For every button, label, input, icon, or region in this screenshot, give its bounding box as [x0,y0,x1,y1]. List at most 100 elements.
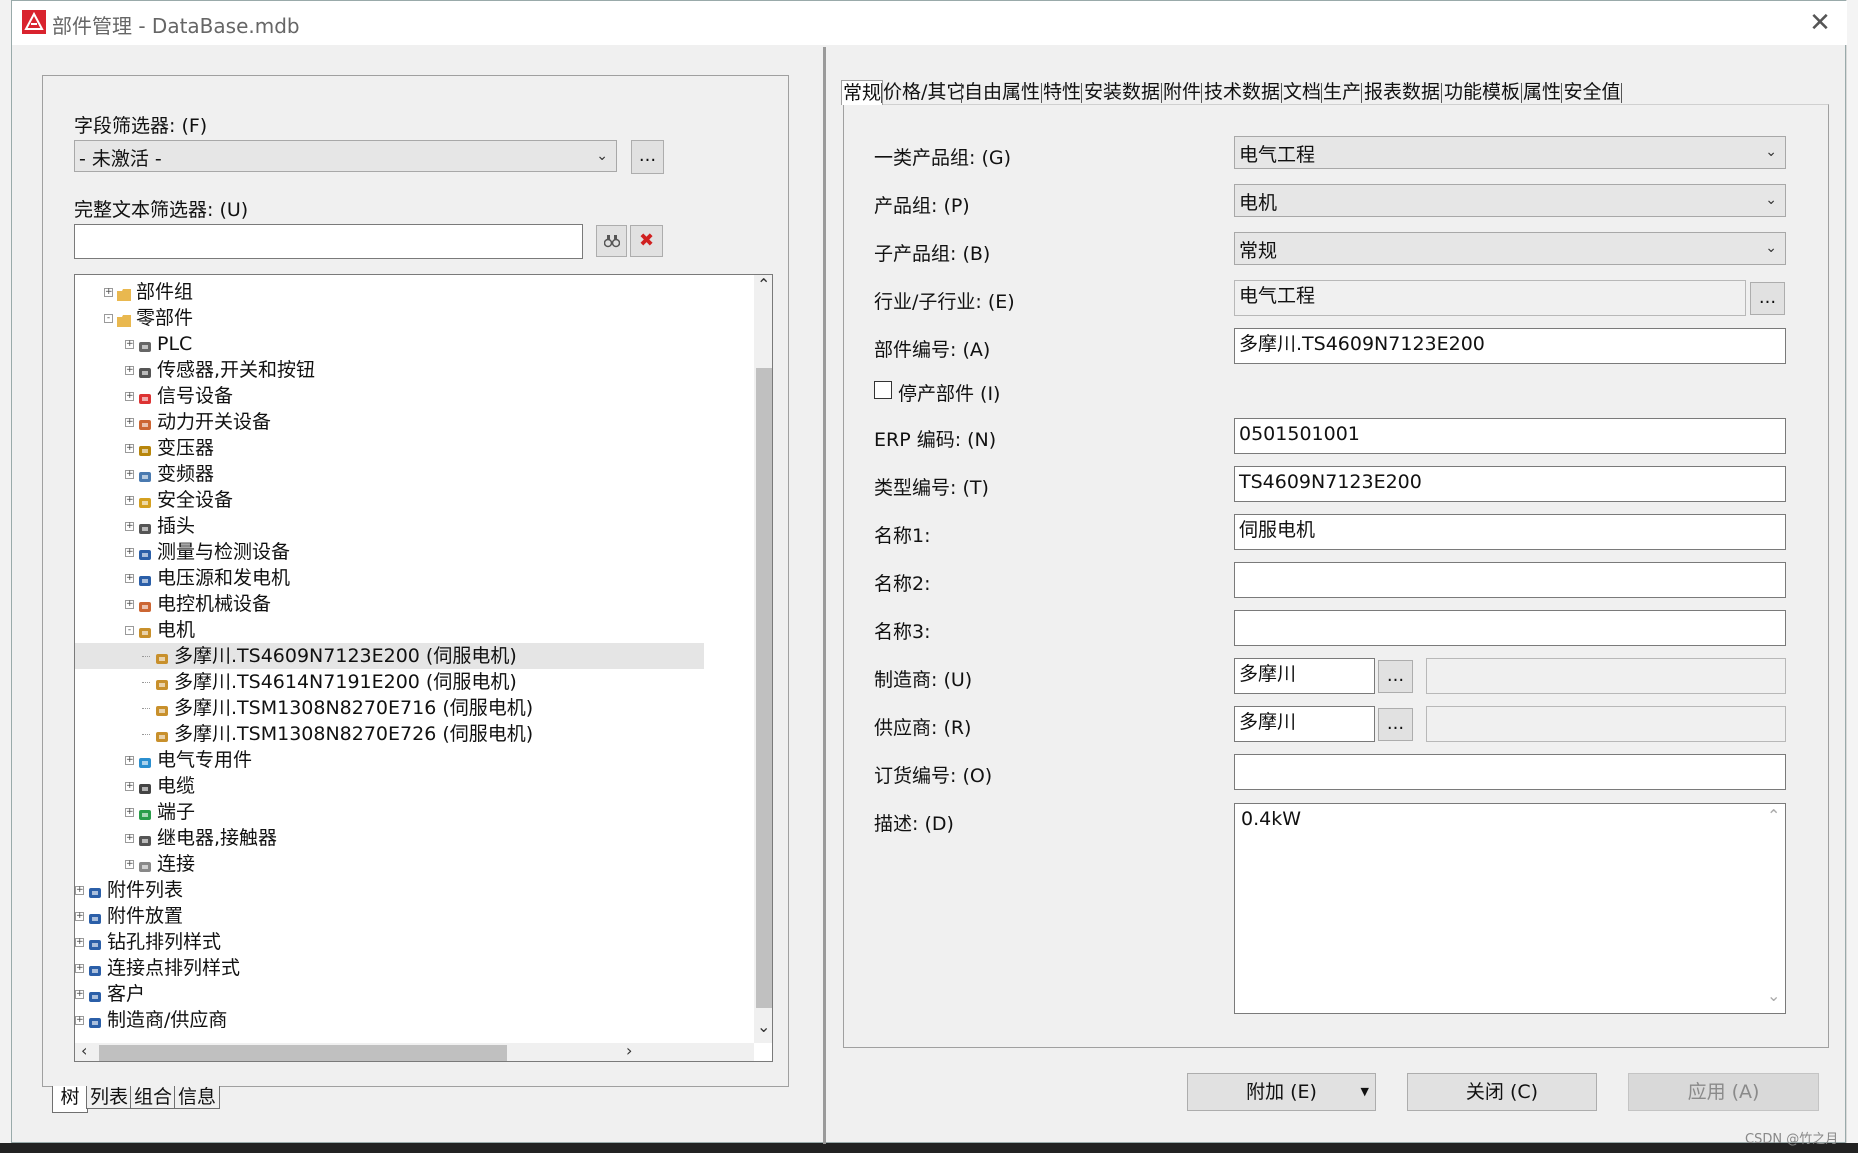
type-number-field[interactable]: TS4609N7123E200 [1234,466,1786,502]
tree-node[interactable]: + 连接点排列样式 [75,955,754,981]
close-window-icon[interactable]: ✕ [1802,5,1838,41]
description-scrollbar[interactable]: ⌃ ⌄ [1763,804,1785,1013]
title-bar[interactable]: 部件管理 - DataBase.mdb ✕ [12,1,1847,45]
expand-icon[interactable]: + [75,1016,84,1025]
description-textarea[interactable]: 0.4kW ⌃ ⌄ [1234,803,1786,1014]
tree-node[interactable]: + 端子 [75,799,754,825]
expand-icon[interactable]: + [75,938,84,947]
tab-7[interactable]: 文档 [1283,80,1321,104]
tab-1[interactable]: 价格/其它 [883,80,965,104]
tree-node[interactable]: + 附件放置 [75,903,754,929]
expand-icon[interactable]: + [125,782,134,791]
expand-icon[interactable]: + [125,392,134,401]
tree-node[interactable]: 多摩川.TSM1308N8270E726 (伺服电机) [75,721,754,747]
tree-node[interactable]: + 插头 [75,513,754,539]
discontinued-checkbox[interactable] [874,381,892,399]
clear-filter-button[interactable]: ✖ [630,225,663,257]
tab-5[interactable]: 附件 [1163,80,1201,104]
tree-node[interactable]: + 测量与检测设备 [75,539,754,565]
expand-icon[interactable]: + [75,912,84,921]
tab-0[interactable]: 常规 [841,80,883,105]
tree-node[interactable]: + 变压器 [75,435,754,461]
add-button[interactable]: 附加 (E) ▼ [1187,1073,1376,1111]
manufacturer-browse-button[interactable]: ... [1378,660,1413,693]
tree-node[interactable]: + 信号设备 [75,383,754,409]
expand-icon[interactable]: + [125,600,134,609]
supplier-field[interactable]: 多摩川 [1234,706,1375,742]
tree-node[interactable]: + 电控机械设备 [75,591,754,617]
expand-icon[interactable]: + [125,522,134,531]
tree-node[interactable]: + 制造商/供应商 [75,1007,754,1033]
horizontal-scroll-thumb[interactable] [99,1045,507,1061]
tab-11[interactable]: 属性 [1523,80,1561,104]
tree-node[interactable]: + 客户 [75,981,754,1007]
expand-icon[interactable]: + [125,574,134,583]
close-button[interactable]: 关闭 (C) [1407,1073,1597,1111]
expand-icon[interactable]: + [125,808,134,817]
collapse-icon[interactable]: - [125,626,134,635]
tree-node[interactable]: + 电缆 [75,773,754,799]
tree-horizontal-scrollbar[interactable]: ‹ › [75,1041,754,1061]
product-group1-dropdown[interactable]: 电气工程 ⌄ [1234,136,1786,169]
manufacturer-field[interactable]: 多摩川 [1234,658,1375,694]
erp-code-field[interactable]: 0501501001 [1234,418,1786,454]
tree-node[interactable]: + PLC [75,331,754,357]
scroll-up-icon[interactable]: ⌃ [1767,806,1780,825]
tab-3[interactable]: 特性 [1043,80,1081,104]
tree-node[interactable]: - 电机 [75,617,754,643]
tab-2[interactable]: 自由属性 [963,80,1041,104]
expand-icon[interactable]: + [125,496,134,505]
tree-node[interactable]: + 附件列表 [75,877,754,903]
tab-combination[interactable]: 组合 [130,1086,176,1109]
order-number-field[interactable] [1234,754,1786,790]
industry-browse-button[interactable]: ... [1750,282,1785,315]
tree-node[interactable]: - 零部件 [75,305,754,331]
tree-node[interactable]: + 继电器,接触器 [75,825,754,851]
dropdown-arrow-icon[interactable]: ▼ [1361,1074,1369,1110]
tree-node[interactable]: 多摩川.TS4614N7191E200 (伺服电机) [75,669,754,695]
parts-tree[interactable]: + 部件组 - 零部件 + PLC + 传感器,开关和按钮 + 信号设备 + 动力开关设备 + 变压器 + 变… [74,274,773,1062]
scroll-down-icon[interactable]: ⌄ [757,1017,770,1036]
tab-12[interactable]: 安全值 [1563,80,1621,104]
tab-10[interactable]: 功能模板 [1443,80,1521,104]
expand-icon[interactable]: + [125,470,134,479]
collapse-icon[interactable]: - [104,314,113,323]
expand-icon[interactable]: + [125,860,134,869]
field-filter-edit-button[interactable]: ... [631,140,664,174]
tab-tree[interactable]: 树 [52,1086,88,1113]
expand-icon[interactable]: + [75,886,84,895]
tree-node-selected[interactable]: 多摩川.TS4609N7123E200 (伺服电机) [75,643,704,669]
scroll-up-icon[interactable]: ⌃ [757,275,770,294]
tree-node[interactable]: + 安全设备 [75,487,754,513]
expand-icon[interactable]: + [104,288,113,297]
tree-node[interactable]: + 电气专用件 [75,747,754,773]
expand-icon[interactable]: + [125,756,134,765]
tree-node[interactable]: + 动力开关设备 [75,409,754,435]
expand-icon[interactable]: + [75,964,84,973]
tab-4[interactable]: 安装数据 [1083,80,1161,104]
expand-icon[interactable]: + [125,548,134,557]
name2-field[interactable] [1234,562,1786,598]
product-group-dropdown[interactable]: 电机 ⌄ [1234,184,1786,217]
binoculars-search-button[interactable] [596,225,627,257]
tree-vertical-scrollbar[interactable]: ⌃ ⌄ [754,275,772,1043]
tab-list[interactable]: 列表 [86,1086,132,1109]
name1-field[interactable]: 伺服电机 [1234,514,1786,550]
tab-info[interactable]: 信息 [174,1086,220,1109]
tab-8[interactable]: 生产 [1323,80,1361,104]
tree-node[interactable]: + 传感器,开关和按钮 [75,357,754,383]
expand-icon[interactable]: + [125,834,134,843]
tree-node[interactable]: + 连接 [75,851,754,877]
name3-field[interactable] [1234,610,1786,646]
expand-icon[interactable]: + [125,366,134,375]
expand-icon[interactable]: + [125,444,134,453]
vertical-scroll-thumb[interactable] [756,368,772,1008]
apply-button[interactable]: 应用 (A) [1628,1073,1819,1111]
supplier-browse-button[interactable]: ... [1378,708,1413,741]
panel-splitter[interactable] [823,47,826,1144]
industry-field[interactable]: 电气工程 [1234,280,1746,316]
part-number-field[interactable]: 多摩川.TS4609N7123E200 [1234,328,1786,364]
tree-node[interactable]: + 电压源和发电机 [75,565,754,591]
tree-node[interactable]: + 变频器 [75,461,754,487]
tab-9[interactable]: 报表数据 [1363,80,1441,104]
